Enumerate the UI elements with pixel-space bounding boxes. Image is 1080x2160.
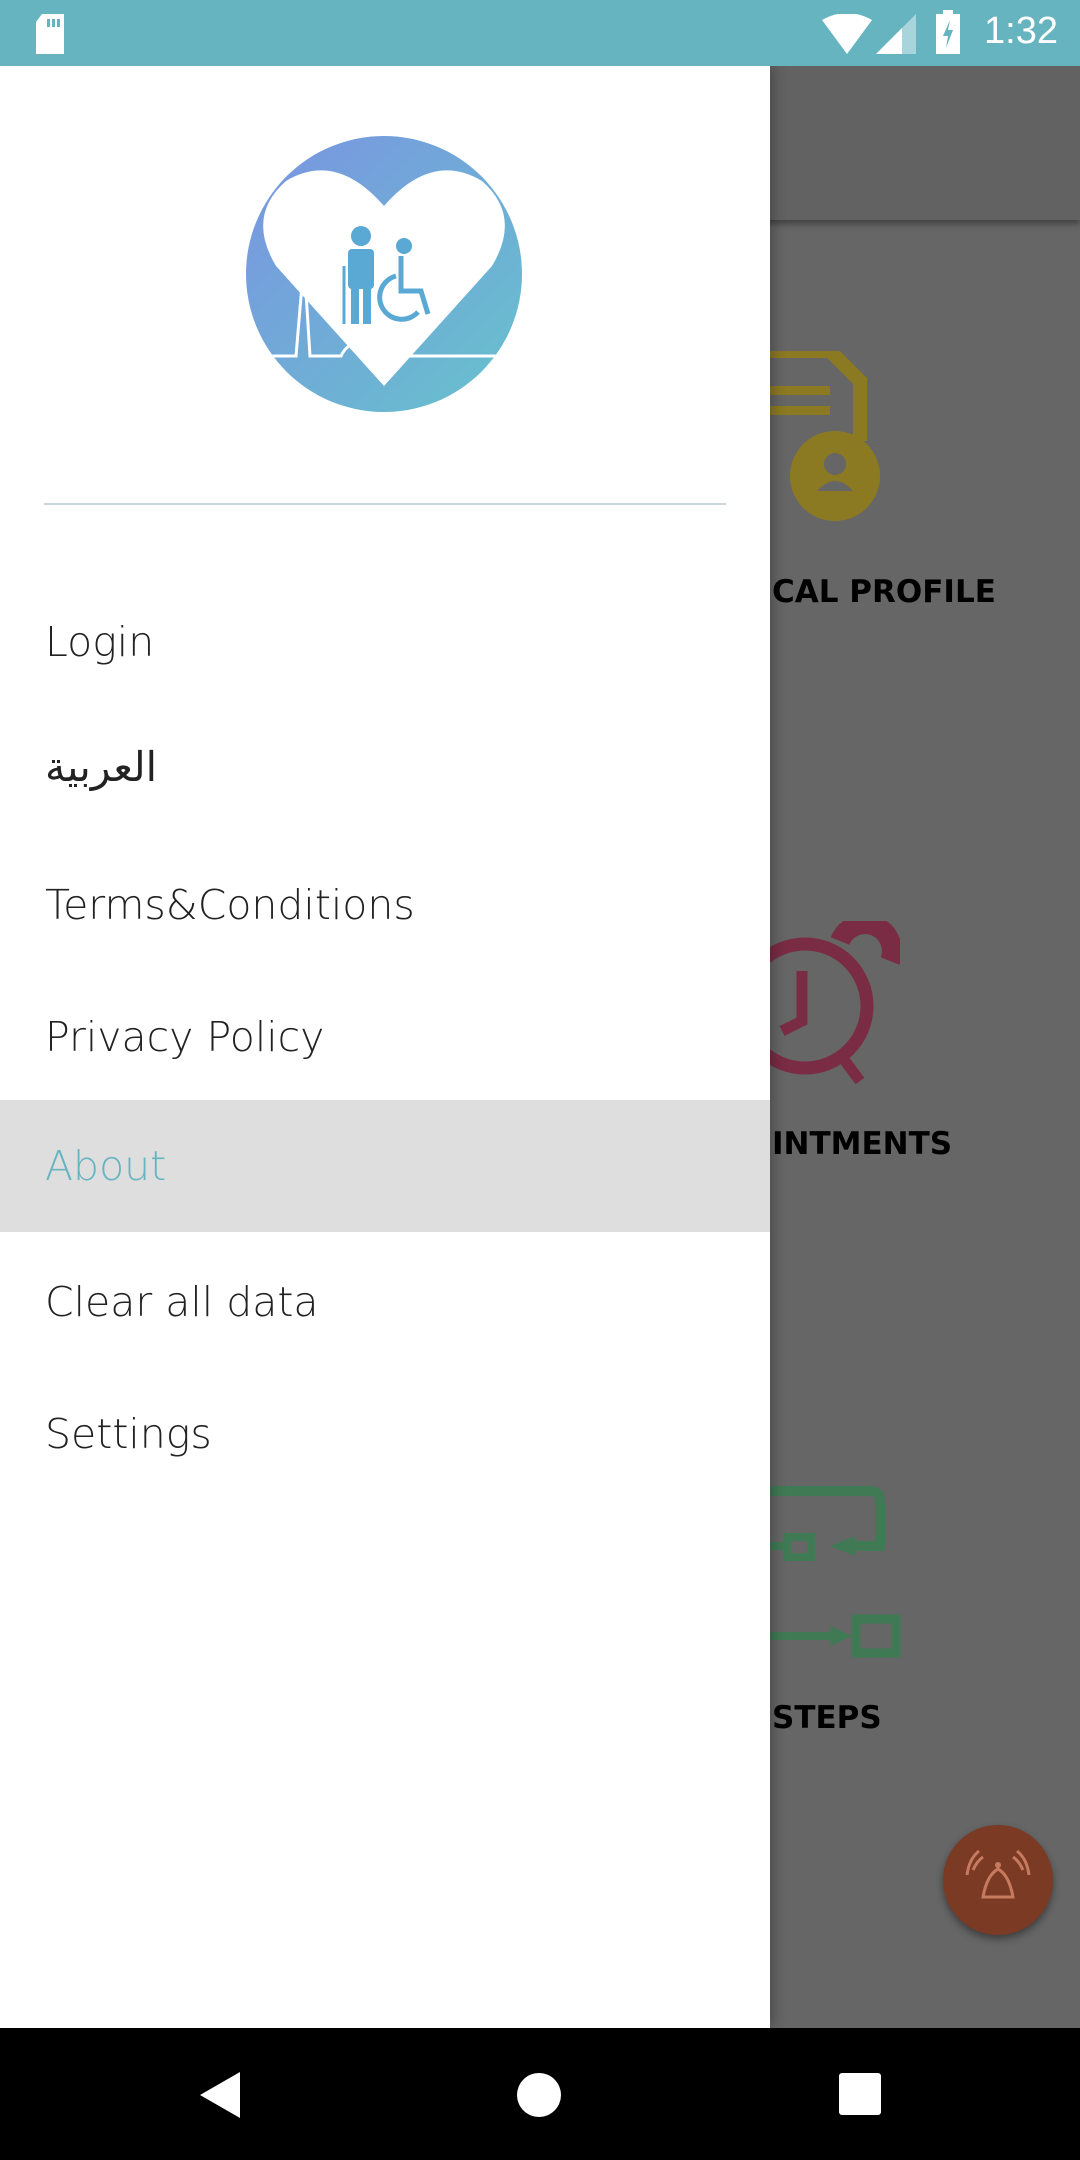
appointments-label[interactable]: INTMENTS: [772, 1126, 952, 1162]
steps-label[interactable]: STEPS: [772, 1700, 882, 1736]
app-logo: [246, 136, 522, 412]
wifi-icon: [822, 14, 872, 54]
menu-item-about[interactable]: About: [0, 1100, 770, 1232]
navigation-drawer: Login العربية Terms&Conditions Privacy P…: [0, 66, 770, 2028]
medical-profile-label[interactable]: CAL PROFILE: [772, 574, 996, 610]
appointments-clock-icon[interactable]: [750, 921, 900, 1091]
menu-item-arabic[interactable]: العربية: [0, 701, 770, 833]
heart-care-logo-icon: [246, 170, 505, 386]
bell-ringing-icon: [965, 1849, 1031, 1899]
status-bar: 1:32: [0, 0, 1080, 66]
signal-icon: [876, 14, 916, 54]
clock: 1:32: [984, 10, 1058, 52]
drawer-divider: [44, 503, 726, 505]
back-icon[interactable]: [200, 2072, 242, 2118]
menu-item-privacy-policy[interactable]: Privacy Policy: [0, 971, 770, 1103]
recents-icon[interactable]: [839, 2073, 881, 2115]
home-icon[interactable]: [516, 2072, 562, 2118]
menu-item-settings[interactable]: Settings: [0, 1368, 770, 1500]
medical-profile-icon[interactable]: [770, 351, 890, 541]
menu-item-login[interactable]: Login: [0, 576, 770, 708]
alarm-bell-fab[interactable]: [943, 1825, 1053, 1935]
sd-card-icon: [36, 14, 64, 54]
menu-item-clear-all-data[interactable]: Clear all data: [0, 1236, 770, 1368]
steps-flow-icon[interactable]: [770, 1466, 910, 1666]
system-navigation-bar: [0, 2028, 1080, 2160]
menu-item-terms-conditions[interactable]: Terms&Conditions: [0, 839, 770, 971]
battery-charging-icon: [936, 10, 960, 54]
